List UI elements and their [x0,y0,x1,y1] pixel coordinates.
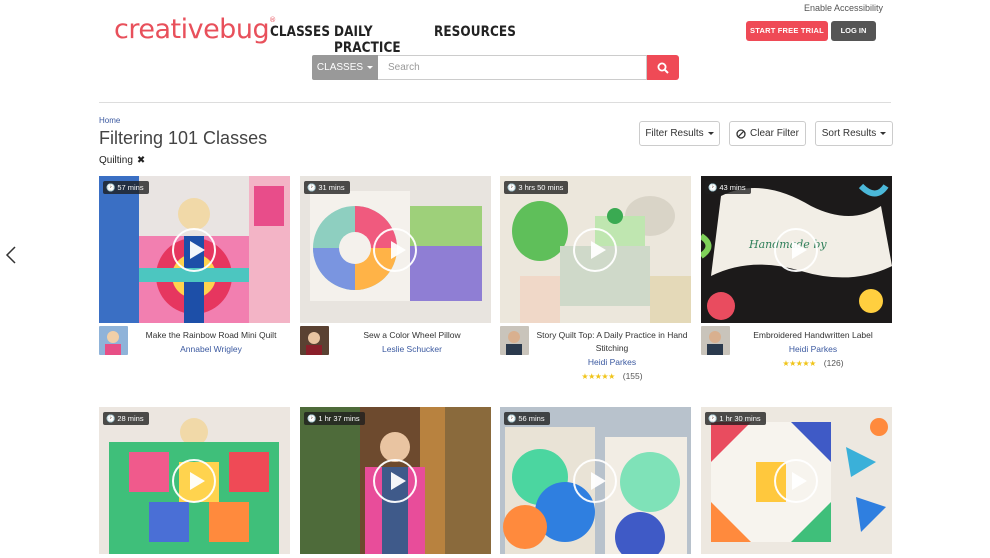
class-card[interactable]: 🕐 1 hr 37 mins [300,407,491,554]
clock-icon: 🕐 [507,414,517,423]
logo[interactable]: creativebug® [114,14,276,45]
play-icon[interactable] [172,228,216,272]
class-title[interactable]: Make the Rainbow Road Mini Quilt [146,330,277,340]
class-card[interactable]: Handmade by 🕐 43 mins Embroidered Handwri… [701,176,892,383]
chevron-down-icon [367,66,374,69]
duration-badge: 🕐 1 hr 37 mins [304,412,365,425]
logo-text: creativebug [114,14,270,45]
rating: ★★★★★ (126) [734,357,892,370]
chevron-down-icon [707,132,714,135]
clock-icon: 🕐 [106,414,116,423]
class-card[interactable]: 🕐 57 mins Make the Rainbow Road Mini Quil… [99,176,290,383]
class-thumbnail[interactable]: 🕐 3 hrs 50 mins [500,176,691,323]
nav-daily-practice[interactable]: DAILY PRACTICE [334,24,408,56]
play-icon[interactable] [573,228,617,272]
remove-filter-icon[interactable]: ✖ [137,155,145,166]
clear-filter-label: Clear Filter [750,128,799,139]
class-thumbnail[interactable]: 🕐 1 hr 30 mins [701,407,892,554]
class-author[interactable]: Heidi Parkes [533,356,691,369]
class-thumbnail[interactable]: Handmade by 🕐 43 mins [701,176,892,323]
play-icon[interactable] [172,459,216,503]
active-filter-label: Quilting [99,155,133,166]
avatar [701,326,730,355]
duration-text: 57 mins [117,183,144,192]
main-nav: CLASSES DAILY PRACTICE RESOURCES [270,24,516,56]
active-filter-tag: Quilting ✖ [99,155,145,166]
ban-icon [736,128,746,139]
duration-badge: 🕐 43 mins [705,181,751,194]
clock-icon: 🕐 [307,414,317,423]
breadcrumb-home[interactable]: Home [99,116,120,125]
class-card[interactable]: 🕐 28 mins [99,407,290,554]
play-icon[interactable] [774,459,818,503]
play-icon[interactable] [373,459,417,503]
search-category-select[interactable]: CLASSES [312,55,378,80]
rating-count: (126) [823,358,844,368]
rating: ★★★★★ (155) [533,370,691,383]
clock-icon: 🕐 [307,183,317,192]
class-thumbnail[interactable]: 🕐 28 mins [99,407,290,554]
play-icon[interactable] [373,228,417,272]
class-thumbnail[interactable]: 🕐 56 mins [500,407,691,554]
page-title: Filtering 101 Classes [99,128,268,148]
class-title[interactable]: Story Quilt Top: A Daily Practice in Han… [536,330,687,353]
class-card[interactable]: 🕐 56 mins [500,407,691,554]
avatar [300,326,329,355]
duration-text: 28 mins [117,414,144,423]
enable-accessibility-link[interactable]: Enable Accessibility [804,3,883,13]
filter-results-button[interactable]: Filter Results [639,121,720,146]
duration-text: 56 mins [518,414,545,423]
play-icon[interactable] [573,459,617,503]
clear-filter-button[interactable]: Clear Filter [729,121,806,146]
search-input[interactable] [378,55,647,80]
class-thumbnail[interactable]: 🕐 57 mins [99,176,290,323]
duration-badge: 🕐 3 hrs 50 mins [504,181,569,194]
class-title[interactable]: Sew a Color Wheel Pillow [363,330,460,340]
nav-classes[interactable]: CLASSES [270,24,330,56]
clock-icon: 🕐 [708,183,718,192]
clock-icon: 🕐 [106,183,116,192]
duration-text: 31 mins [318,183,345,192]
chevron-left-icon[interactable] [5,245,17,265]
class-card[interactable]: 🕐 3 hrs 50 mins Story Quilt Top: A Daily … [500,176,691,383]
class-author[interactable]: Annabel Wrigley [132,343,290,356]
duration-badge: 🕐 57 mins [103,181,149,194]
duration-badge: 🕐 28 mins [103,412,149,425]
clock-icon: 🕐 [507,183,517,192]
search-bar: CLASSES [312,55,679,80]
nav-resources[interactable]: RESOURCES [434,24,516,56]
class-thumbnail[interactable]: 🕐 31 mins [300,176,491,323]
search-button[interactable] [647,55,679,80]
search-category-label: CLASSES [316,62,364,73]
sort-results-label: Sort Results [821,128,877,139]
avatar [99,326,128,355]
class-card[interactable]: 🕐 1 hr 30 mins [701,407,892,554]
class-card[interactable]: 🕐 31 mins Sew a Color Wheel Pillow Leslie… [300,176,491,383]
class-author[interactable]: Heidi Parkes [734,343,892,356]
star-icons: ★★★★★ [581,372,615,381]
clock-icon: 🕐 [708,414,718,423]
class-author[interactable]: Leslie Schucker [333,343,491,356]
rating-count: (155) [622,371,643,381]
duration-badge: 🕐 56 mins [504,412,550,425]
duration-badge: 🕐 1 hr 30 mins [705,412,766,425]
duration-text: 43 mins [719,183,746,192]
header-divider [99,102,891,103]
log-in-button[interactable]: LOG IN [831,21,876,41]
chevron-down-icon [880,132,887,135]
star-icons: ★★★★★ [782,359,816,368]
class-title[interactable]: Embroidered Handwritten Label [753,330,873,340]
filter-results-label: Filter Results [645,128,704,139]
duration-badge: 🕐 31 mins [304,181,350,194]
duration-text: 1 hr 30 mins [719,414,761,423]
duration-text: 3 hrs 50 mins [518,183,564,192]
logo-registered-mark: ® [269,16,276,24]
sort-results-button[interactable]: Sort Results [815,121,893,146]
play-icon[interactable] [774,228,818,272]
search-icon [657,62,669,74]
class-thumbnail[interactable]: 🕐 1 hr 37 mins [300,407,491,554]
start-free-trial-button[interactable]: START FREE TRIAL [746,21,828,41]
avatar [500,326,529,355]
duration-text: 1 hr 37 mins [318,414,360,423]
